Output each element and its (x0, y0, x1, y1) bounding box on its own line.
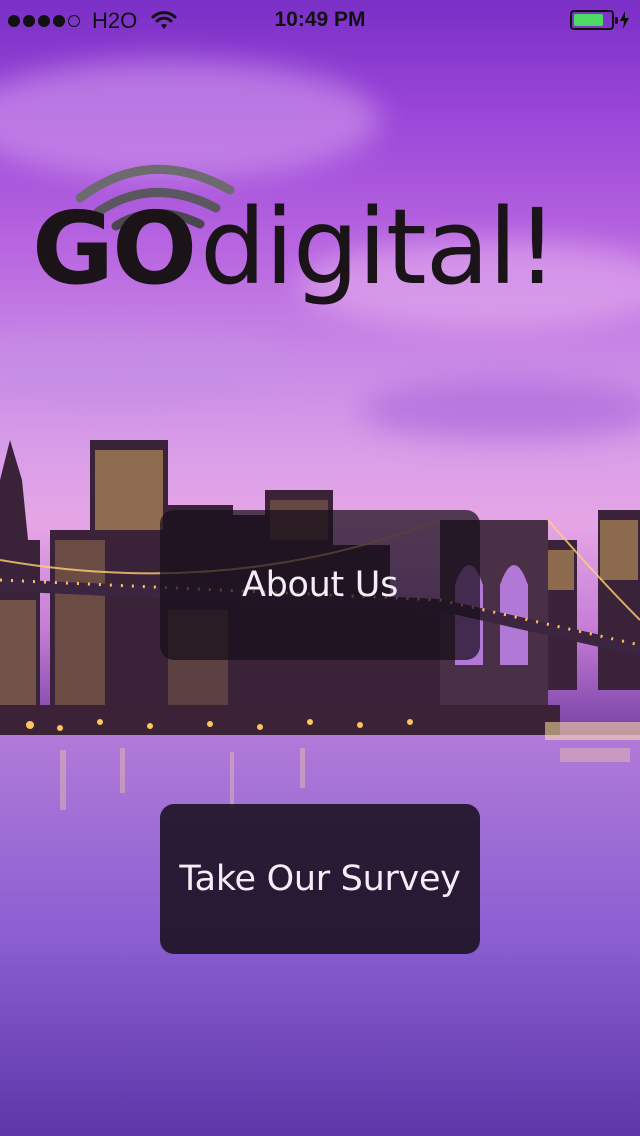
battery-fill (574, 14, 603, 26)
logo-graphic: GO digital! (32, 164, 558, 308)
boat-lights (545, 722, 640, 740)
about-us-button[interactable]: About Us (160, 510, 480, 660)
logo-text-go: GO (32, 190, 195, 307)
take-survey-button[interactable]: Take Our Survey (160, 804, 480, 954)
shoreline (0, 705, 560, 735)
status-time: 10:49 PM (274, 8, 366, 31)
charging-bolt-icon (620, 11, 629, 29)
battery-indicator (570, 10, 630, 30)
go-digital-logo: GO digital! (30, 150, 610, 330)
status-bar: H2O 10:49 PM (0, 0, 640, 40)
logo-text-digital: digital! (200, 186, 557, 308)
lit-windows-right (538, 520, 638, 590)
battery-icon (570, 10, 618, 30)
